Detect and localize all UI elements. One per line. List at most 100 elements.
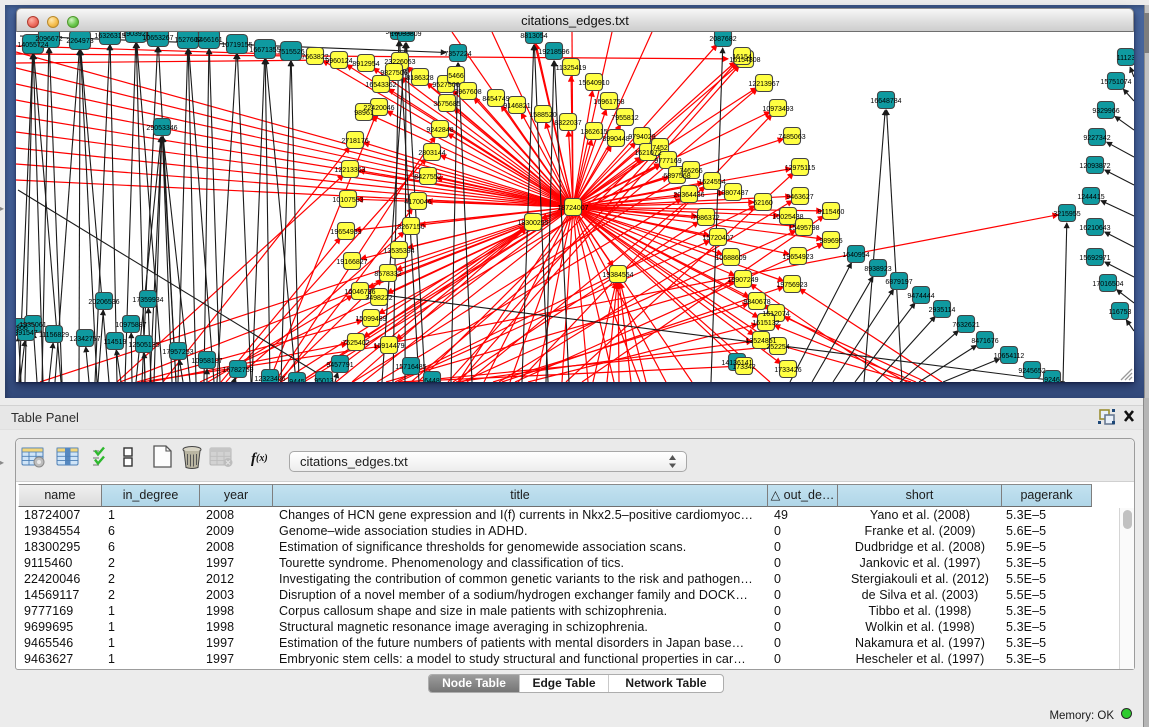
svg-text:95013: 95013 [314,378,334,382]
svg-text:8578332: 8578332 [374,271,401,278]
svg-text:173342: 173342 [732,364,755,371]
svg-text:(x): (x) [256,453,268,464]
svg-text:19654933: 19654933 [330,229,361,236]
svg-text:8990448: 8990448 [602,136,629,143]
svg-text:1588520: 1588520 [529,112,556,119]
svg-text:15720407: 15720407 [702,235,733,242]
svg-text:116753: 116753 [1109,309,1132,316]
svg-text:29053346: 29053346 [146,125,177,132]
svg-text:8471676: 8471676 [971,338,998,345]
svg-text:9527506: 9527506 [432,82,459,89]
svg-text:6466161: 6466161 [195,37,222,44]
svg-text:10973493: 10973493 [762,106,793,113]
svg-text:2087682: 2087682 [709,36,736,43]
svg-text:9457791: 9457791 [326,362,353,369]
svg-text:98961: 98961 [354,110,374,117]
svg-text:6448: 6448 [424,378,440,382]
svg-text:20364436: 20364436 [673,192,704,199]
svg-text:1733426: 1733426 [774,367,801,374]
svg-text:17359934: 17359934 [132,297,163,304]
svg-text:9777169: 9777169 [654,158,681,165]
svg-text:9227342: 9227342 [1083,135,1110,142]
svg-text:9463627: 9463627 [786,194,813,201]
svg-text:11156829: 11156829 [39,332,69,339]
svg-text:9960124: 9960124 [325,58,352,65]
svg-text:9445: 9445 [289,379,305,382]
svg-text:18300295: 18300295 [517,220,548,227]
svg-text:15495798: 15495798 [788,225,819,232]
svg-text:3675685: 3675685 [433,101,460,108]
svg-text:62160: 62160 [753,200,773,207]
svg-text:9146821: 9146821 [503,103,530,110]
svg-text:7986372: 7986372 [692,215,719,222]
svg-text:10975887: 10975887 [115,322,146,329]
svg-text:1935061: 1935061 [19,322,46,329]
svg-text:9840678: 9840678 [743,299,770,306]
svg-text:12505135: 12505135 [128,342,159,349]
svg-text:19756923: 19756923 [776,282,807,289]
svg-text:2096672: 2096672 [35,36,62,43]
svg-text:1244415: 1244415 [1077,194,1104,201]
svg-text:23226053: 23226053 [384,59,415,66]
svg-text:1362615: 1362615 [580,129,607,136]
svg-text:17016504: 17016504 [1092,281,1123,288]
svg-text:19384554: 19384554 [602,272,633,279]
svg-text:9245652: 9245652 [1018,368,1045,375]
svg-text:16782759: 16782759 [222,367,253,374]
svg-text:15692971: 15692971 [1079,255,1110,262]
svg-text:4170046: 4170046 [404,199,431,206]
svg-text:10654112: 10654112 [994,353,1025,360]
svg-text:5466: 5466 [448,73,464,80]
svg-text:8186328: 8186328 [406,75,433,82]
svg-text:19166827: 19166827 [336,259,367,266]
svg-text:252254: 252254 [766,344,789,351]
svg-text:16648784: 16648784 [870,98,901,105]
svg-text:16210643: 16210643 [1079,225,1110,232]
svg-text:12213363: 12213363 [334,167,365,174]
svg-text:9115460: 9115460 [818,209,845,216]
svg-text:19218596: 19218596 [538,49,569,56]
svg-text:114519: 114519 [104,339,127,346]
svg-text:9242848: 9242848 [426,127,453,134]
svg-text:12213967: 12213967 [748,81,779,88]
svg-text:10688609: 10688609 [715,255,746,262]
svg-text:14055724: 14055724 [17,42,48,49]
svg-text:15640910: 15640910 [578,80,609,87]
svg-text:8454749: 8454749 [482,96,509,103]
svg-text:2935114: 2935114 [929,307,956,314]
svg-text:7357224: 7357224 [444,51,471,58]
svg-text:1612074: 1612074 [762,311,789,318]
svg-text:16961758: 16961758 [593,99,624,106]
svg-text:13535394: 13535394 [383,248,414,255]
svg-text:2803144: 2803144 [418,150,445,157]
svg-text:8322037: 8322037 [554,120,581,127]
svg-text:8938923: 8938923 [864,266,891,273]
svg-text:11123: 11123 [1117,55,1134,62]
svg-text:10025438: 10025438 [772,214,803,221]
svg-text:1624554: 1624554 [698,179,725,186]
svg-text:12323466: 12323466 [254,376,285,382]
svg-text:989695: 989695 [819,238,842,245]
svg-text:16326315: 16326315 [94,33,125,40]
svg-text:3215955: 3215955 [1053,211,1080,218]
svg-text:18907249: 18907249 [727,277,758,284]
svg-text:12975115: 12975115 [785,165,816,172]
svg-text:12342757: 12342757 [69,336,100,343]
svg-text:16914479: 16914479 [373,343,404,350]
svg-text:16543362: 16543362 [365,82,396,89]
svg-text:9794028: 9794028 [628,134,655,141]
svg-text:17957253: 17957253 [162,349,193,356]
svg-text:7632621: 7632621 [952,322,979,329]
svg-text:746266: 746266 [679,168,702,175]
svg-text:7485063: 7485063 [778,134,805,141]
svg-text:12093872: 12093872 [1079,163,1110,170]
svg-text:10807487: 10807487 [717,190,748,197]
svg-text:1640954: 1640954 [842,252,869,259]
svg-text:19654923: 19654923 [782,254,813,261]
svg-text:18724007: 18724007 [557,205,588,212]
svg-text:9827506: 9827506 [380,70,407,77]
svg-text:20206536: 20206536 [88,299,119,306]
svg-text:8912954: 8912954 [352,61,379,68]
svg-text:2264973: 2264973 [66,38,93,45]
svg-text:10653267: 10653267 [142,35,173,42]
